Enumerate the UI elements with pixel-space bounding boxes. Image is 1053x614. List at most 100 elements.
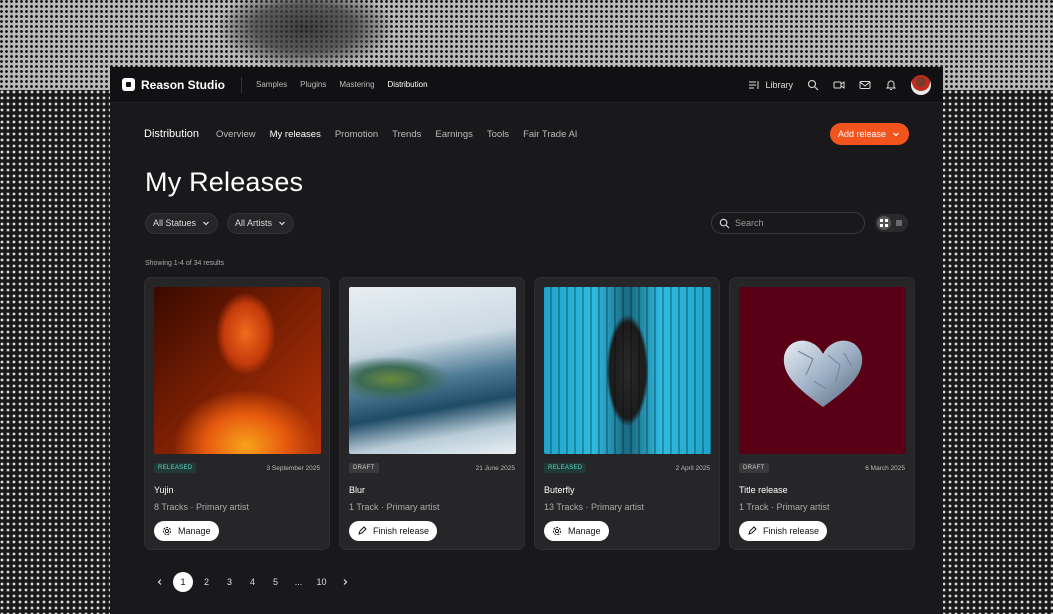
top-actions: Library xyxy=(748,74,931,95)
app-window: Reason Studio Samples Plugins Mastering … xyxy=(110,67,943,614)
add-release-button[interactable]: Add release xyxy=(829,123,909,145)
toplink-mastering[interactable]: Mastering xyxy=(339,80,374,89)
release-grid: RELEASED 3 September 2025 Yujin 8 Tracks… xyxy=(110,277,943,550)
release-title: Yujin xyxy=(154,485,174,495)
results-count: Showing 1-4 of 34 results xyxy=(145,260,224,267)
release-date: 3 September 2025 xyxy=(266,464,320,472)
page-5[interactable]: 5 xyxy=(264,572,287,592)
tab-my-releases[interactable]: My releases xyxy=(270,129,321,140)
avatar[interactable] xyxy=(911,74,931,95)
next-page-icon[interactable] xyxy=(333,572,356,592)
video-icon[interactable] xyxy=(833,79,845,91)
artist-filter-dropdown[interactable]: All Artists xyxy=(227,212,295,234)
tab-tools[interactable]: Tools xyxy=(487,129,509,140)
toplink-samples[interactable]: Samples xyxy=(256,80,287,89)
search-box xyxy=(711,212,865,234)
library-button[interactable]: Library xyxy=(748,79,793,91)
manage-button[interactable]: Manage xyxy=(154,521,219,541)
add-release-label: Add release xyxy=(837,129,886,139)
status-filter-label: All Statues xyxy=(153,218,197,228)
tab-earnings[interactable]: Earnings xyxy=(435,129,473,140)
artist-role: Primary artist xyxy=(776,502,830,512)
release-title: Buterfly xyxy=(544,485,575,495)
manage-button[interactable]: Manage xyxy=(544,521,609,541)
cover-art xyxy=(739,287,906,454)
tab-promotion[interactable]: Promotion xyxy=(335,129,378,140)
pencil-icon xyxy=(748,526,757,535)
tab-overview[interactable]: Overview xyxy=(216,129,256,140)
status-badge: DRAFT xyxy=(349,463,379,473)
cover-art xyxy=(154,287,321,454)
grid-view-icon[interactable] xyxy=(877,216,891,230)
release-card[interactable]: DRAFT 21 June 2025 Blur 1 Track · Primar… xyxy=(339,277,525,550)
bell-icon[interactable] xyxy=(885,79,897,91)
track-count: 13 Tracks xyxy=(544,502,584,512)
page-title: My Releases xyxy=(145,167,304,197)
page-3[interactable]: 3 xyxy=(218,572,241,592)
gear-icon xyxy=(552,526,562,536)
brand-logo[interactable]: Reason Studio xyxy=(122,78,225,92)
chevron-down-icon xyxy=(203,221,209,226)
divider xyxy=(241,76,243,93)
prev-page-icon[interactable] xyxy=(148,572,171,592)
status-filter-dropdown[interactable]: All Statues xyxy=(145,212,219,234)
finish-release-label: Finish release xyxy=(763,526,820,536)
finish-release-button[interactable]: Finish release xyxy=(349,521,438,541)
search-input[interactable] xyxy=(735,218,855,228)
brand-name: Reason Studio xyxy=(141,77,226,92)
section-title: Distribution xyxy=(144,128,200,140)
artist-role: Primary artist xyxy=(386,502,440,512)
list-view-icon[interactable] xyxy=(892,216,906,230)
library-icon xyxy=(749,80,759,89)
top-navbar: Reason Studio Samples Plugins Mastering … xyxy=(110,67,943,103)
release-title: Title release xyxy=(739,485,788,495)
gear-icon xyxy=(162,526,172,536)
status-badge: RELEASED xyxy=(544,463,587,473)
library-label: Library xyxy=(765,79,793,90)
toplink-plugins[interactable]: Plugins xyxy=(300,80,326,89)
page-ellipsis: ... xyxy=(294,577,303,587)
release-card[interactable]: RELEASED 3 September 2025 Yujin 8 Tracks… xyxy=(144,277,330,550)
artist-filter-label: All Artists xyxy=(235,218,273,228)
chevron-down-icon xyxy=(893,132,899,137)
track-count: 1 Track xyxy=(739,502,769,512)
page-2[interactable]: 2 xyxy=(195,572,218,592)
release-card[interactable]: DRAFT 6 March 2025 Title release 1 Track… xyxy=(729,277,915,550)
page-10[interactable]: 10 xyxy=(310,572,333,592)
track-count: 1 Track xyxy=(349,502,379,512)
top-links: Samples Plugins Mastering Distribution xyxy=(256,80,428,89)
cover-art xyxy=(349,287,516,454)
status-badge: DRAFT xyxy=(739,463,769,473)
track-count: 8 Tracks xyxy=(154,502,189,512)
cover-art xyxy=(544,287,711,454)
page-4[interactable]: 4 xyxy=(241,572,264,592)
pagination: 1 2 3 4 5 ... 10 xyxy=(110,572,943,592)
logo-icon xyxy=(122,78,135,91)
release-info: 8 Tracks · Primary artist xyxy=(154,502,250,512)
release-card[interactable]: RELEASED 2 April 2025 Buterfly 13 Tracks… xyxy=(534,277,720,550)
release-info: 13 Tracks · Primary artist xyxy=(544,502,645,512)
section-navbar: Distribution Overview My releases Promot… xyxy=(110,103,943,165)
finish-release-button[interactable]: Finish release xyxy=(739,521,828,541)
heart-artwork xyxy=(783,340,862,407)
page-1[interactable]: 1 xyxy=(173,572,193,592)
mail-icon[interactable] xyxy=(859,79,871,91)
filter-bar: All Statues All Artists xyxy=(110,212,943,234)
release-date: 6 March 2025 xyxy=(865,464,905,472)
toplink-distribution[interactable]: Distribution xyxy=(388,80,428,89)
pencil-icon xyxy=(358,526,367,535)
view-toggle xyxy=(875,214,908,232)
search-icon[interactable] xyxy=(807,79,819,91)
section-links: Overview My releases Promotion Trends Ea… xyxy=(216,129,577,140)
artist-role: Primary artist xyxy=(196,502,250,512)
release-info: 1 Track · Primary artist xyxy=(349,502,440,512)
release-date: 21 June 2025 xyxy=(475,464,515,472)
tab-trends[interactable]: Trends xyxy=(392,129,421,140)
search-icon xyxy=(719,218,730,228)
tab-fair-trade-ai[interactable]: Fair Trade AI xyxy=(523,129,577,140)
release-info: 1 Track · Primary artist xyxy=(739,502,830,512)
background-art xyxy=(215,0,395,70)
manage-label: Manage xyxy=(568,526,601,536)
manage-label: Manage xyxy=(178,526,211,536)
release-date: 2 April 2025 xyxy=(675,464,710,472)
